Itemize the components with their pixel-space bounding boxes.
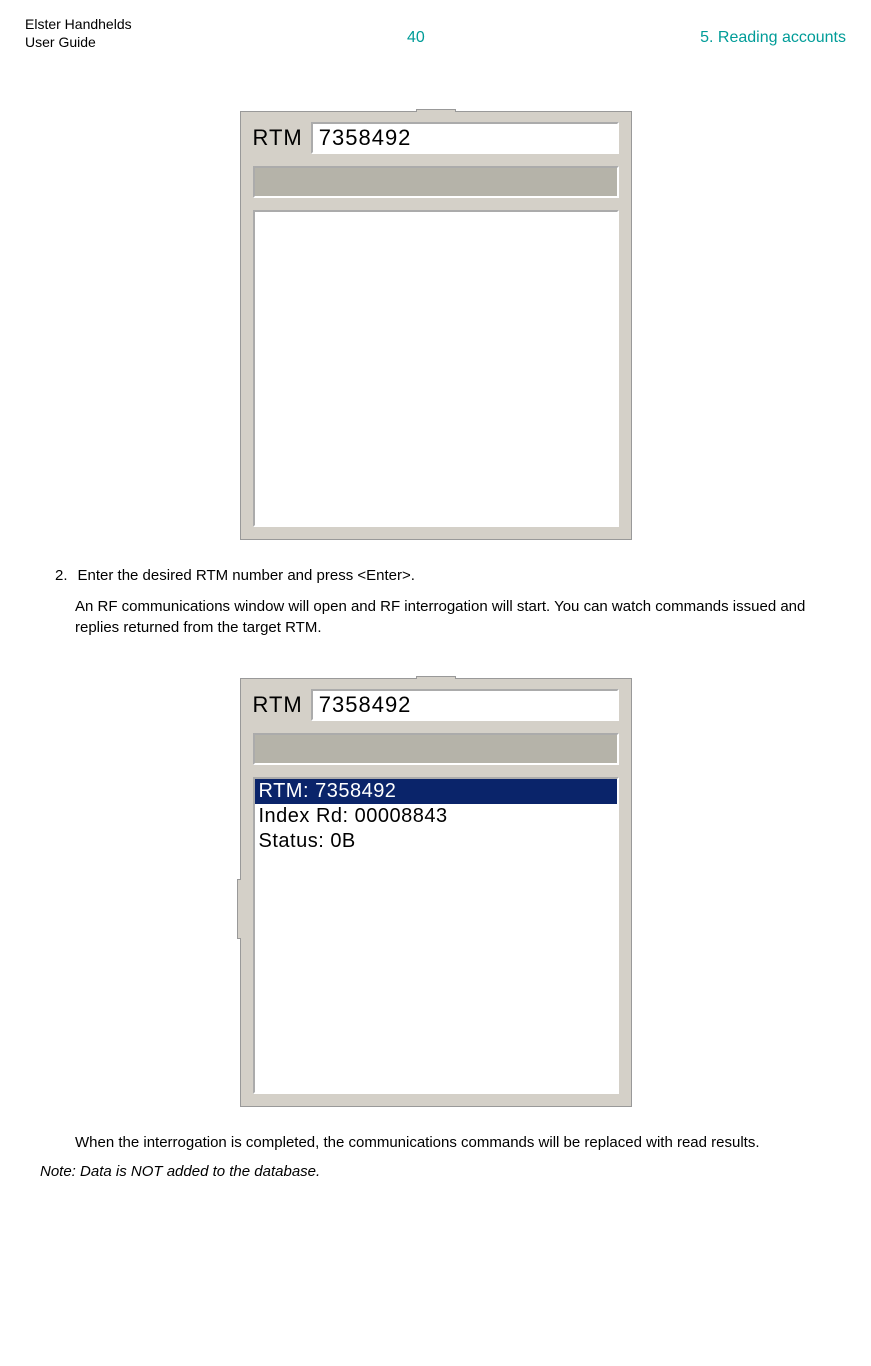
list-item[interactable]: RTM: 7358492 [255,779,617,804]
rtm-input[interactable] [311,689,619,721]
step-2: 2. Enter the desired RTM number and pres… [55,565,806,586]
screenshot-1: RTM [25,111,846,540]
note-text: Note: Data is NOT added to the database. [40,1163,846,1180]
results-list[interactable] [253,210,619,527]
section-title: 5. Reading accounts [700,29,846,47]
screenshot-2: RTM RTM: 7358492Index Rd: 00008843Status… [25,678,846,1107]
rtm-input[interactable] [311,122,619,154]
step-instruction: Enter the desired RTM number and press <… [78,565,415,586]
step-followup: An RF communications window will open an… [75,596,806,638]
titlebar-notch-icon [416,109,456,112]
conclusion-text: When the interrogation is completed, the… [75,1132,806,1153]
list-item[interactable]: Status: 0B [255,829,617,854]
list-item[interactable]: Index Rd: 00008843 [255,804,617,829]
rtm-window-2: RTM RTM: 7358492Index Rd: 00008843Status… [240,678,632,1107]
page-number: 40 [407,29,425,47]
step-number-label: 2. [55,565,68,586]
doc-title-line1: Elster Handhelds [25,15,132,33]
header-left: Elster Handhelds User Guide [25,15,132,51]
status-bar [253,166,619,198]
doc-title-line2: User Guide [25,33,132,51]
window-side-tab-icon [237,879,241,939]
rtm-window-1: RTM [240,111,632,540]
status-bar [253,733,619,765]
rtm-label: RTM [253,692,303,718]
results-list[interactable]: RTM: 7358492Index Rd: 00008843Status: 0B [253,777,619,1094]
rtm-label: RTM [253,125,303,151]
titlebar-notch-icon [416,676,456,679]
page-header: Elster Handhelds User Guide 40 5. Readin… [25,15,846,51]
